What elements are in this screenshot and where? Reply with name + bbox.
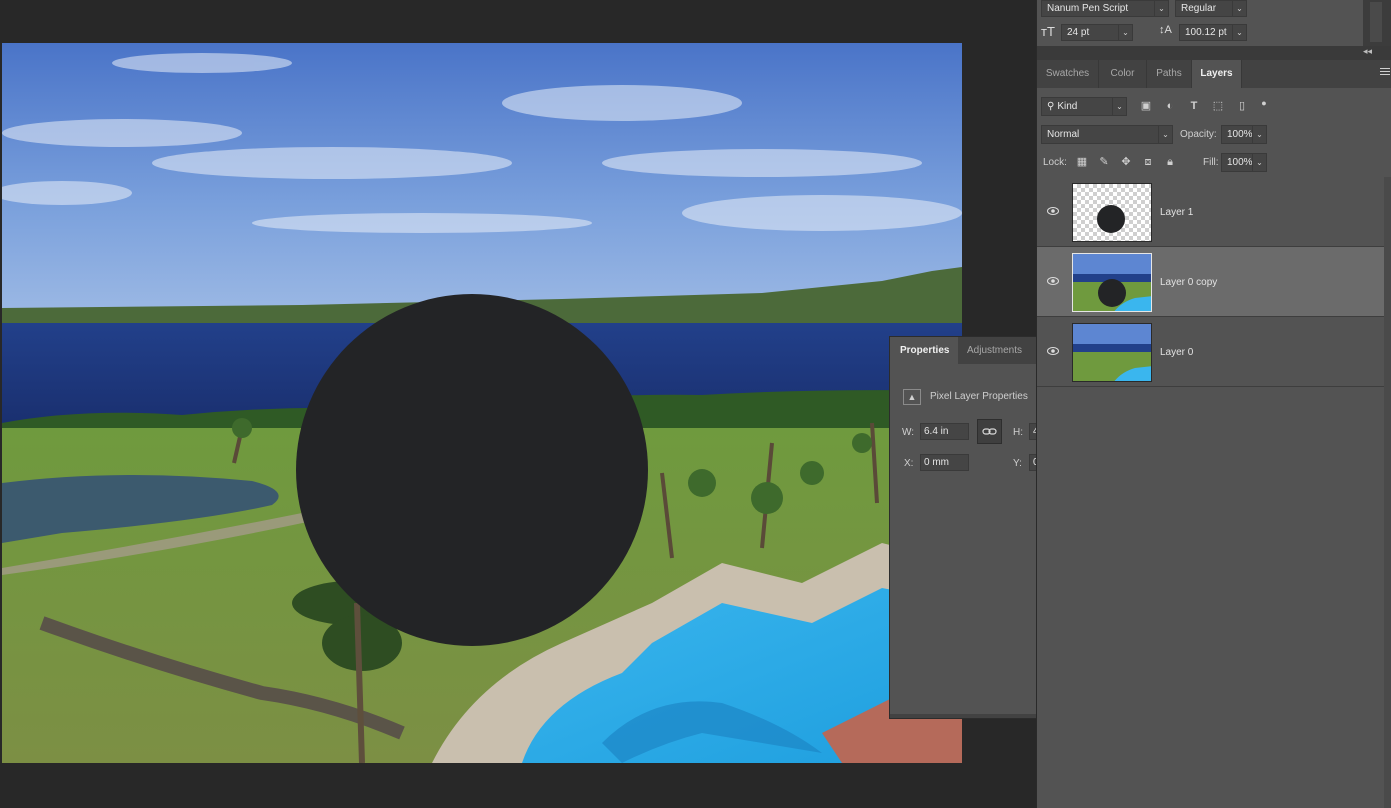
x-position-input[interactable]: 0 mm bbox=[920, 454, 969, 471]
height-input[interactable]: 4 bbox=[1029, 423, 1036, 440]
layers-scrollbar[interactable] bbox=[1384, 177, 1391, 808]
x-label: X: bbox=[904, 458, 914, 469]
chevron-down-icon: ⌄ bbox=[1158, 126, 1172, 143]
leading-value: 100.12 pt bbox=[1185, 27, 1227, 38]
fill-input[interactable]: 100% ⌄ bbox=[1221, 153, 1267, 172]
font-size-input[interactable]: 24 pt ⌄ bbox=[1061, 24, 1133, 41]
tab-layers[interactable]: Layers bbox=[1192, 60, 1242, 88]
transparency-checker bbox=[1073, 184, 1151, 241]
chevron-down-icon: ⌄ bbox=[1232, 25, 1246, 40]
search-icon: ⚲ bbox=[1047, 101, 1055, 112]
photoshop-workspace: Nanum Pen Script ⌄ Regular ⌄ ᴛT 24 pt ⌄ … bbox=[0, 0, 1391, 808]
chevron-down-icon: ⌄ bbox=[1252, 154, 1266, 171]
font-size-icon: ᴛT bbox=[1041, 24, 1055, 39]
width-input[interactable]: 6.4 in bbox=[920, 423, 969, 440]
leading-input[interactable]: 100.12 pt ⌄ bbox=[1179, 24, 1247, 41]
chevron-down-icon: ⌄ bbox=[1252, 126, 1266, 143]
pixel-layer-icon: ▲ bbox=[903, 389, 921, 405]
layer-thumbnail[interactable] bbox=[1072, 323, 1152, 382]
filter-toggle-icon[interactable]: ● bbox=[1257, 96, 1271, 110]
width-label: W: bbox=[902, 427, 915, 438]
document-canvas[interactable] bbox=[2, 43, 962, 763]
shape-filter-icon[interactable]: ⬚ bbox=[1211, 99, 1225, 113]
layer-filter-kind-select[interactable]: ⚲ Kind ⌄ bbox=[1041, 97, 1127, 116]
width-value: 6.4 in bbox=[924, 426, 949, 437]
height-value: 4 bbox=[1033, 426, 1036, 437]
character-scrollbar[interactable] bbox=[1363, 0, 1391, 46]
layer-row-layer-0-copy[interactable]: Layer 0 copy bbox=[1037, 247, 1384, 317]
leading-icon: ↕A bbox=[1159, 24, 1172, 36]
chevron-down-icon: ⌄ bbox=[1232, 1, 1246, 16]
eye-visibility-icon[interactable] bbox=[1047, 277, 1059, 285]
adjustment-filter-icon[interactable]: ◐ bbox=[1163, 99, 1177, 113]
opacity-value: 100% bbox=[1227, 129, 1253, 140]
layer-name[interactable]: Layer 1 bbox=[1160, 207, 1193, 218]
layer-thumbnail[interactable] bbox=[1072, 183, 1152, 242]
lock-all-icon[interactable]: 🔒︎ bbox=[1163, 155, 1177, 169]
lock-transparent-pixels-icon[interactable]: ▦ bbox=[1075, 155, 1089, 169]
tab-swatches[interactable]: Swatches bbox=[1037, 60, 1099, 88]
fill-label: Fill: bbox=[1203, 157, 1219, 168]
font-family-select[interactable]: Nanum Pen Script ⌄ bbox=[1041, 0, 1169, 17]
circle-thumbnail-shape bbox=[1097, 205, 1125, 233]
layer-row-layer-0[interactable]: Layer 0 bbox=[1037, 317, 1384, 387]
type-filter-icon[interactable]: T bbox=[1187, 99, 1201, 113]
right-panel-dock: Nanum Pen Script ⌄ Regular ⌄ ᴛT 24 pt ⌄ … bbox=[1036, 0, 1391, 808]
lock-label: Lock: bbox=[1043, 157, 1067, 168]
smart-object-filter-icon[interactable]: ▯ bbox=[1235, 99, 1249, 113]
lock-image-pixels-icon[interactable]: ✎ bbox=[1097, 155, 1111, 169]
eye-visibility-icon[interactable] bbox=[1047, 207, 1059, 215]
pixel-filter-icon[interactable]: ▣ bbox=[1139, 99, 1153, 113]
x-value: 0 mm bbox=[924, 457, 949, 468]
height-label: H: bbox=[1013, 427, 1023, 438]
filter-kind-value: Kind bbox=[1057, 101, 1078, 112]
tab-adjustments[interactable]: Adjustments bbox=[958, 337, 1036, 364]
panel-menu-icon[interactable] bbox=[1380, 68, 1390, 78]
blend-mode-select[interactable]: Normal ⌄ bbox=[1041, 125, 1173, 144]
resort-photo-thumbnail bbox=[1073, 324, 1151, 381]
link-icon bbox=[982, 428, 997, 435]
layers-panel-tabs: Swatches Color Paths Layers bbox=[1037, 60, 1391, 88]
y-value: 0 bbox=[1033, 457, 1036, 468]
properties-panel-footer bbox=[890, 714, 1036, 718]
tab-color[interactable]: Color bbox=[1099, 60, 1147, 88]
character-panel: Nanum Pen Script ⌄ Regular ⌄ ᴛT 24 pt ⌄ … bbox=[1037, 0, 1391, 46]
resort-photo-thumbnail bbox=[1073, 254, 1151, 311]
layer-row-layer-1[interactable]: Layer 1 bbox=[1037, 177, 1384, 247]
properties-panel: Properties Adjustments ▲ Pixel Layer Pro… bbox=[889, 336, 1036, 719]
tab-paths[interactable]: Paths bbox=[1147, 60, 1192, 88]
opacity-input[interactable]: 100% ⌄ bbox=[1221, 125, 1267, 144]
y-position-input[interactable]: 0 bbox=[1029, 454, 1036, 471]
panel-collapse-strip: ◂◂ bbox=[1037, 46, 1391, 60]
black-circle-shape[interactable] bbox=[296, 294, 648, 646]
chevron-down-icon: ⌄ bbox=[1118, 25, 1132, 40]
chevron-down-icon: ⌄ bbox=[1154, 1, 1168, 16]
fill-value: 100% bbox=[1227, 157, 1253, 168]
chevron-down-icon: ⌄ bbox=[1112, 98, 1126, 115]
properties-panel-tabs: Properties Adjustments bbox=[890, 337, 1036, 364]
font-family-value: Nanum Pen Script bbox=[1047, 3, 1129, 14]
collapse-arrows-icon[interactable]: ◂◂ bbox=[1363, 46, 1372, 57]
eye-visibility-icon[interactable] bbox=[1047, 347, 1059, 355]
opacity-label: Opacity: bbox=[1180, 129, 1217, 140]
layer-name[interactable]: Layer 0 bbox=[1160, 347, 1193, 358]
link-dimensions-button[interactable] bbox=[977, 419, 1002, 444]
properties-section-title: Pixel Layer Properties bbox=[930, 391, 1028, 402]
lock-artboard-icon[interactable]: ⧈ bbox=[1141, 155, 1155, 169]
layer-name[interactable]: Layer 0 copy bbox=[1160, 277, 1217, 288]
font-size-value: 24 pt bbox=[1067, 27, 1090, 38]
blend-mode-value: Normal bbox=[1047, 129, 1080, 140]
y-label: Y: bbox=[1013, 458, 1022, 469]
font-style-select[interactable]: Regular ⌄ bbox=[1175, 0, 1247, 17]
scrollbar-thumb[interactable] bbox=[1370, 2, 1382, 42]
font-style-value: Regular bbox=[1181, 3, 1217, 14]
lock-position-icon[interactable]: ✥ bbox=[1119, 155, 1133, 169]
tab-properties[interactable]: Properties bbox=[890, 337, 958, 364]
layer-thumbnail[interactable] bbox=[1072, 253, 1152, 312]
